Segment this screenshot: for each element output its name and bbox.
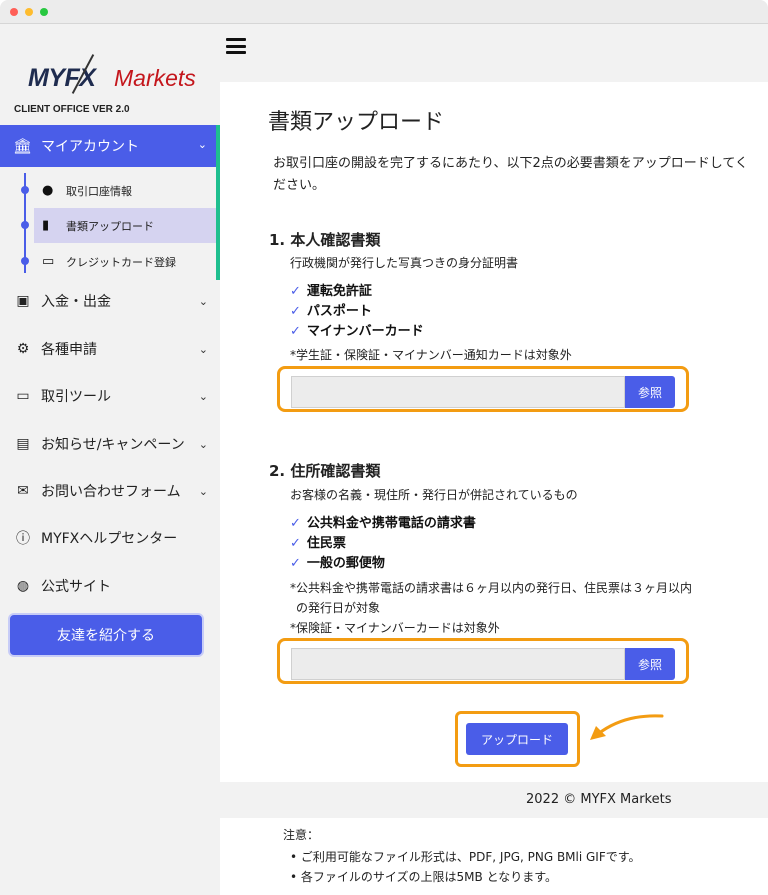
list-item: • ご利用可能なファイル形式は、PDF, JPG, PNG BMli GIFです… (290, 850, 641, 864)
chevron-down-icon: ⌄ (197, 138, 207, 151)
sidebar-item-label: クレジットカード登録 (66, 255, 176, 269)
minimize-window-button[interactable] (25, 8, 33, 16)
list-item: ✓ 運転免許証 (290, 280, 372, 299)
submenu: ● 取引口座情報 ▮ 書類アップロード ▭ クレジットカード登録 (0, 167, 217, 280)
file-path-input[interactable] (291, 648, 625, 680)
sidebar-item-label: マイアカウント (41, 139, 139, 155)
section-address-subtitle: お客様の名義・現住所・発行日が併記されているもの (290, 488, 578, 502)
list-item-label: マイナンバーカード (306, 324, 424, 339)
browse-button[interactable]: 参照 (625, 376, 675, 408)
list-item-label: 住民票 (306, 536, 346, 551)
upload-button[interactable]: アップロード (466, 723, 568, 755)
sidebar-item-document-upload[interactable]: ▮ 書類アップロード (34, 208, 216, 243)
top-bar (220, 24, 768, 74)
close-window-button[interactable] (10, 8, 18, 16)
check-icon: ✓ (290, 536, 301, 551)
file-upload-address: 参照 (291, 648, 676, 680)
check-icon: ✓ (290, 284, 301, 299)
money-icon: ▣ (16, 293, 30, 309)
sidebar: MYFX Markets CLIENT OFFICE VER 2.0 🏛 マイア… (0, 24, 220, 895)
info-icon: ⓘ (16, 531, 30, 547)
check-icon: ✓ (290, 556, 301, 571)
list-item-label: 公共料金や携帯電話の請求書 (306, 516, 476, 531)
sidebar-item-label: 各種申請 (41, 342, 97, 358)
intro-text: お取引口座の開設を完了するにあたり、以下2点の必要書類をアップロードしてください… (273, 156, 748, 193)
logo-text-secondary: Markets (114, 65, 196, 91)
submenu-dot (21, 257, 29, 265)
check-icon: ✓ (290, 304, 301, 319)
sidebar-item-deposit-withdraw[interactable]: ▣ 入金・出金 ⌄ (0, 278, 220, 324)
version-label: CLIENT OFFICE VER 2.0 (14, 104, 130, 115)
list-item-label: 一般の郵便物 (306, 556, 385, 571)
section-address-note-2: *保険証・マイナンバーカードは対象外 (290, 621, 500, 635)
list-item-label: パスポート (306, 304, 372, 319)
sidebar-item-label: 取引口座情報 (66, 184, 132, 198)
sidebar-item-label: 書類アップロード (66, 219, 154, 233)
check-icon: ✓ (290, 324, 301, 339)
browse-button[interactable]: 参照 (625, 648, 675, 680)
submenu-dot (21, 186, 29, 194)
list-item: ✓ マイナンバーカード (290, 320, 424, 339)
list-item: • 各ファイルのサイズの上限は5MB となります。 (290, 870, 558, 884)
chevron-down-icon: ⌄ (198, 342, 208, 356)
section-address-note: *公共料金や携帯電話の請求書は６ヶ月以内の発行日、住民票は３ヶ月以内 (290, 581, 693, 595)
sidebar-item-label: お知らせ/キャンペーン (41, 437, 185, 453)
note-text: ご利用可能なファイル形式は、PDF, JPG, PNG BMli GIFです。 (300, 850, 641, 864)
sidebar-item-account-info[interactable]: ● 取引口座情報 (34, 173, 216, 208)
section-identity-title: 1. 本人確認書類 (269, 231, 381, 249)
list-item-label: 運転免許証 (306, 284, 372, 299)
bank-icon: 🏛 (13, 137, 33, 155)
page-title: 書類アップロード (268, 110, 445, 135)
file-upload-identity: 参照 (291, 376, 676, 408)
laptop-icon: ▭ (16, 388, 30, 404)
logo[interactable]: MYFX Markets (28, 42, 198, 102)
window-titlebar (0, 0, 768, 24)
sidebar-item-label: MYFXヘルプセンター (41, 531, 178, 547)
section-identity-subtitle: 行政機関が発行した写真つきの身分証明書 (290, 256, 519, 270)
footer-bar (220, 782, 768, 818)
sidebar-item-label: 入金・出金 (41, 294, 111, 310)
sidebar-item-trading-tools[interactable]: ▭ 取引ツール ⌄ (0, 373, 220, 419)
newspaper-icon: ▤ (16, 436, 30, 452)
pointer-arrow-icon (590, 714, 664, 740)
document-icon: ▮ (42, 218, 50, 233)
envelope-icon: ✉ (17, 483, 29, 499)
notes-title: 注意： (283, 828, 320, 842)
sidebar-item-label: 取引ツール (41, 389, 111, 405)
sidebar-item-credit-card[interactable]: ▭ クレジットカード登録 (34, 244, 216, 279)
copyright: 2022 © MYFX Markets (526, 792, 672, 807)
maximize-window-button[interactable] (40, 8, 48, 16)
file-path-input[interactable] (291, 376, 625, 408)
submenu-dot (21, 221, 29, 229)
sidebar-item-news[interactable]: ▤ お知らせ/キャンペーン ⌄ (0, 421, 220, 467)
credit-card-icon: ▭ (42, 254, 55, 269)
chevron-down-icon: ⌄ (198, 437, 208, 451)
list-item: ✓ 公共料金や携帯電話の請求書 (290, 512, 476, 531)
user-icon: ● (42, 183, 54, 198)
list-item: ✓ 一般の郵便物 (290, 552, 385, 571)
section-identity-note: *学生証・保険証・マイナンバー通知カードは対象外 (290, 348, 572, 362)
chevron-down-icon: ⌄ (198, 484, 208, 498)
sidebar-item-official-site[interactable]: ◍ 公式サイト (0, 563, 220, 609)
sidebar-item-label: 公式サイト (41, 579, 111, 595)
chevron-down-icon: ⌄ (198, 389, 208, 403)
section-address-title: 2. 住所確認書類 (269, 462, 381, 480)
sidebar-item-label: お問い合わせフォーム (41, 484, 181, 500)
chevron-down-icon: ⌄ (198, 294, 208, 308)
section-address-note-cont: の発行日が対象 (296, 601, 381, 615)
sidebar-item-help-center[interactable]: ⓘ MYFXヘルプセンター (0, 515, 220, 561)
note-text: 各ファイルのサイズの上限は5MB となります。 (300, 870, 558, 884)
gears-icon: ⚙ (16, 341, 30, 357)
sidebar-item-my-account[interactable]: 🏛 マイアカウント ⌄ (0, 125, 217, 167)
list-item: ✓ 住民票 (290, 532, 346, 551)
content-gap (220, 74, 768, 82)
hamburger-menu-icon[interactable] (226, 38, 246, 54)
check-icon: ✓ (290, 516, 301, 531)
list-item: ✓ パスポート (290, 300, 372, 319)
sidebar-item-contact[interactable]: ✉ お問い合わせフォーム ⌄ (0, 468, 220, 514)
sidebar-item-applications[interactable]: ⚙ 各種申請 ⌄ (0, 326, 220, 372)
globe-icon: ◍ (16, 578, 30, 594)
refer-friend-button[interactable]: 友達を紹介する (8, 613, 204, 657)
